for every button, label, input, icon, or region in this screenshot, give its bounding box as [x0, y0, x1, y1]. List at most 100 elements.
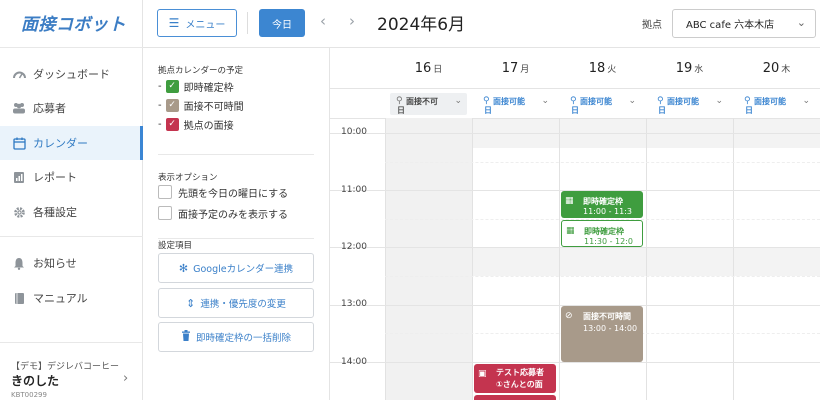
- check-icon[interactable]: ✓: [165, 79, 179, 93]
- hamburger-icon: ☰: [168, 16, 180, 30]
- sidebar-item-applicants[interactable]: 応募者: [0, 91, 143, 125]
- sidebar-item-manual[interactable]: マニュアル: [0, 281, 143, 315]
- day-header: 19 水: [675, 60, 704, 76]
- legend-item: - ✓ 面接不可時間: [158, 98, 244, 113]
- sidebar-item-label: ダッシュボード: [33, 68, 110, 81]
- time-label: 11:00: [341, 185, 367, 195]
- checkbox[interactable]: [158, 185, 172, 199]
- divider: [247, 12, 248, 34]
- event-interview[interactable]: [474, 395, 556, 400]
- next-week-button[interactable]: ›: [349, 12, 355, 30]
- option-label: 面接予定のみを表示する: [178, 209, 288, 221]
- menu-button[interactable]: ☰ メニュー: [157, 9, 237, 37]
- divider: [0, 236, 143, 237]
- sidebar-item-settings[interactable]: 各種設定: [0, 195, 143, 229]
- current-month: 2024年6月: [377, 15, 466, 35]
- day-status[interactable]: ⚲ 面接可能 ⌄ 日: [559, 89, 646, 118]
- chevron-down-icon: ⌄: [541, 96, 549, 106]
- location-value: ABC cafe 六本木店: [686, 20, 775, 31]
- day-status[interactable]: ⚲ 面接可能 ⌄ 日: [472, 89, 559, 118]
- sidebar-item-report[interactable]: レポート: [0, 160, 143, 194]
- sidebar-item-label: カレンダー: [33, 137, 88, 150]
- priority-button[interactable]: ⇕ 連携・優先度の変更: [158, 288, 314, 318]
- checkbox[interactable]: [158, 206, 172, 220]
- day-header: 17 月: [501, 60, 530, 76]
- calendar-icon: ▦: [565, 196, 574, 206]
- day-column[interactable]: [385, 118, 472, 400]
- today-button[interactable]: 今日: [259, 9, 305, 37]
- day-status[interactable]: ⚲ 面接可能 ⌄ 日: [646, 89, 733, 118]
- chevron-down-icon: ⌄: [454, 96, 462, 106]
- location-select[interactable]: ABC cafe 六本木店 ⌄: [672, 9, 816, 38]
- calendar-options-panel: 拠点カレンダーの予定 - ✓ 即時確定枠 - ✓ 面接不可時間 - ✓ 拠点の面…: [143, 47, 330, 400]
- button-label: 連携・優先度の変更: [200, 299, 286, 310]
- divider: [158, 154, 314, 155]
- google-calendar-button[interactable]: ✻ Googleカレンダー連携: [158, 253, 314, 283]
- divider: [0, 47, 143, 48]
- sidebar-item-label: マニュアル: [33, 292, 88, 305]
- day-status[interactable]: ⚲ 面接可能 ⌄ 日: [733, 89, 820, 118]
- user-name[interactable]: きのした: [11, 372, 59, 389]
- legend-item: - ✓ 拠点の面接: [158, 117, 234, 132]
- day-column[interactable]: [733, 118, 820, 400]
- time-label: 10:00: [341, 127, 367, 137]
- day-header: 20 木: [762, 60, 791, 76]
- chevron-down-icon: ⌄: [796, 16, 806, 29]
- button-label: 即時確定枠の一括削除: [195, 333, 291, 344]
- menu-button-label: メニュー: [185, 19, 226, 31]
- legend-label: 面接不可時間: [183, 101, 244, 113]
- sidebar-item-label: 応募者: [33, 102, 66, 115]
- sidebar-item-calendar[interactable]: カレンダー: [0, 126, 143, 160]
- sidebar-item-dashboard[interactable]: ダッシュボード: [0, 57, 143, 91]
- location-label: 拠点: [642, 20, 662, 31]
- legend-item: - ✓ 即時確定枠: [158, 79, 234, 94]
- option-first-day-today[interactable]: 先頭を今日の曜日にする: [158, 184, 288, 200]
- users-icon: [12, 101, 26, 115]
- day-column[interactable]: [646, 118, 733, 400]
- display-options-title: 表示オプション: [158, 173, 218, 183]
- settings-title: 設定項目: [158, 241, 193, 251]
- legend-label: 即時確定枠: [183, 82, 234, 94]
- bell-icon: [12, 256, 26, 270]
- day-header: 16 日: [414, 60, 443, 76]
- event-unavailable[interactable]: ⊘ 面接不可時間 13:00 - 14:00: [561, 306, 643, 362]
- week-calendar: 16 日 17 月 18 火 19 水 20 木 ⚲ 面接不可 ⌄ 日 ⚲ 面接可能 ⌄ …: [330, 47, 820, 400]
- check-icon[interactable]: ✓: [165, 117, 179, 131]
- time-label: 12:00: [341, 242, 367, 252]
- calendar-icon: [12, 136, 26, 150]
- app-logo[interactable]: 面接コボット: [21, 10, 126, 35]
- book-icon: [12, 291, 26, 305]
- time-label: 13:00: [341, 299, 367, 309]
- gear-icon: [12, 205, 26, 219]
- chevron-right-icon[interactable]: ›: [123, 371, 128, 386]
- legend-label: 拠点の面接: [183, 120, 234, 132]
- option-interviews-only[interactable]: 面接予定のみを表示する: [158, 205, 288, 221]
- sidebar-item-label: 各種設定: [33, 206, 77, 219]
- chevron-down-icon: ⌄: [628, 96, 636, 106]
- report-icon: [12, 170, 26, 184]
- sort-icon: ⇕: [186, 296, 196, 310]
- sidebar: 面接コボット ダッシュボード 応募者 カレンダー レポート 各種設定 お知らせ …: [0, 0, 143, 400]
- time-label: 14:00: [341, 357, 367, 367]
- event-interview[interactable]: ▣ テスト応募者 ①さんとの面: [474, 364, 556, 393]
- gear-icon: ✻: [178, 261, 189, 275]
- check-icon[interactable]: ✓: [165, 98, 179, 112]
- person-card-icon: ▣: [478, 369, 487, 379]
- trash-icon: [181, 330, 191, 344]
- account-code: KBT00299: [11, 391, 47, 399]
- dashboard-icon: [12, 67, 26, 81]
- toolbar: ☰ メニュー 今日 ‹ › 2024年6月 拠点 ABC cafe 六本木店 ⌄: [143, 0, 820, 47]
- bulk-delete-button[interactable]: 即時確定枠の一括削除: [158, 322, 314, 352]
- event-instant-slot[interactable]: ▦ 即時確定枠 11:00 - 11:3: [561, 191, 643, 218]
- sidebar-item-label: お知らせ: [33, 257, 77, 270]
- day-column[interactable]: [472, 118, 559, 400]
- button-label: Googleカレンダー連携: [193, 264, 294, 275]
- prev-week-button[interactable]: ‹: [320, 12, 326, 30]
- calendar-icon: ▦: [566, 226, 575, 236]
- sidebar-item-notices[interactable]: お知らせ: [0, 246, 143, 280]
- event-instant-slot[interactable]: ▦ 即時確定枠 11:30 - 12:0: [561, 220, 643, 247]
- block-icon: ⊘: [565, 311, 573, 321]
- chevron-down-icon: ⌄: [802, 96, 810, 106]
- sidebar-item-label: レポート: [33, 171, 77, 184]
- day-status[interactable]: ⚲ 面接不可 ⌄ 日: [385, 89, 472, 118]
